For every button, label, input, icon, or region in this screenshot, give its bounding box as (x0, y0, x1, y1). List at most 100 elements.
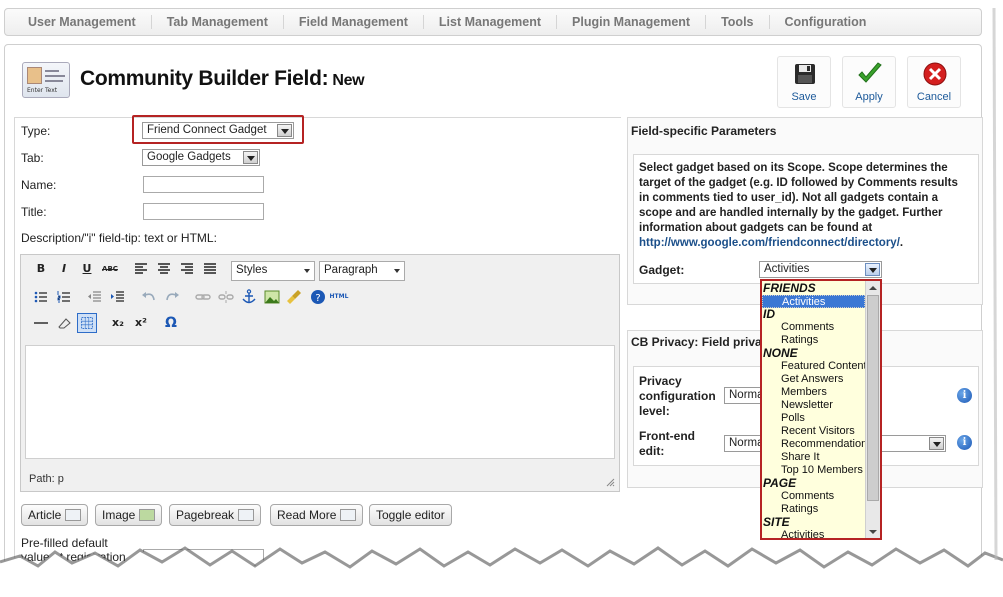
dropdown-option[interactable]: Polls (762, 412, 865, 425)
checkmark-icon (858, 62, 882, 83)
privacy-config-value: Norma (729, 389, 764, 401)
pagebreak-button-label: Pagebreak (176, 508, 235, 522)
dropdown-option[interactable]: Share It (762, 451, 865, 464)
scroll-up-icon[interactable] (869, 286, 877, 290)
read-more-button-label: Read More (277, 508, 337, 522)
italic-icon[interactable]: I (54, 259, 74, 279)
subscript-icon[interactable]: x₂ (108, 313, 128, 333)
dropdown-group-label: ID (763, 307, 775, 321)
dropdown-option[interactable]: Activities (762, 529, 865, 538)
dropdown-option[interactable]: Featured Content (762, 360, 867, 373)
numbered-list-icon[interactable] (54, 287, 74, 307)
nav-list-management[interactable]: List Management (422, 15, 556, 29)
dropdown-option[interactable]: Activities (762, 295, 865, 308)
title-label: Title: (21, 205, 47, 219)
field-form-icon-text: Enter Text (27, 87, 58, 94)
article-button[interactable]: Article (21, 504, 89, 526)
friendconnect-link[interactable]: http://www.google.com/friendconnect/dire… (639, 237, 900, 249)
image-icon[interactable] (262, 287, 282, 307)
unlink-icon[interactable] (216, 287, 236, 307)
pagebreak-button[interactable]: Pagebreak (169, 504, 262, 526)
dropdown-option[interactable]: Recommendations (762, 438, 873, 451)
resize-handle-icon[interactable] (605, 477, 615, 487)
type-select[interactable]: Friend Connect Gadget (142, 122, 294, 139)
anchor-icon[interactable] (239, 287, 259, 307)
nav-tab-management[interactable]: Tab Management (150, 15, 283, 29)
strikethrough-icon[interactable]: ABC (100, 259, 120, 279)
format-select[interactable]: Paragraph (319, 261, 405, 281)
cancel-label: Cancel (916, 91, 952, 103)
gadget-select[interactable]: Activities (759, 261, 882, 278)
align-justify-icon[interactable] (200, 259, 220, 279)
horizontal-rule-icon[interactable] (31, 313, 51, 333)
gadget-dropdown-list: FRIENDS Activities ID Comments Ratings NONE Fe… (760, 279, 882, 540)
cancel-circle-icon (923, 62, 947, 86)
dropdown-scrollbar[interactable] (865, 281, 880, 538)
bold-icon[interactable]: B (31, 259, 51, 279)
redo-icon[interactable] (162, 287, 182, 307)
indent-icon[interactable] (108, 287, 128, 307)
html-icon[interactable]: HTML (329, 287, 349, 307)
image-button[interactable]: Image (95, 504, 163, 526)
nav-plugin-management[interactable]: Plugin Management (556, 15, 705, 29)
save-button[interactable]: Save (777, 56, 831, 108)
gadget-description-suffix: . (899, 237, 904, 249)
align-right-icon[interactable] (177, 259, 197, 279)
nav-user-management[interactable]: User Management (13, 15, 151, 29)
underline-icon[interactable]: U (77, 259, 97, 279)
undo-icon[interactable] (139, 287, 159, 307)
cleanup-icon[interactable] (285, 287, 305, 307)
nav-tools[interactable]: Tools (705, 15, 768, 29)
toggle-editor-button[interactable]: Toggle editor (369, 504, 452, 526)
save-label: Save (791, 91, 817, 103)
nav-field-management[interactable]: Field Management (282, 15, 423, 29)
superscript-icon[interactable]: x² (131, 313, 151, 333)
info-icon[interactable]: i (957, 388, 972, 403)
special-char-icon[interactable]: Ω (161, 313, 181, 333)
apply-label: Apply (855, 91, 883, 103)
styles-select[interactable]: Styles (231, 261, 315, 281)
dropdown-option[interactable]: Newsletter (762, 399, 865, 412)
visual-aid-icon[interactable] (77, 313, 97, 333)
cancel-button[interactable]: Cancel (907, 56, 961, 108)
privacy-heading: CB Privacy: Field privac (631, 335, 769, 349)
image-button-label: Image (102, 508, 136, 522)
eraser-icon[interactable] (54, 313, 74, 333)
floppy-disk-icon (795, 64, 815, 84)
field-params-heading: Field-specific Parameters (631, 124, 777, 138)
dropdown-option[interactable]: Get Answers (762, 373, 865, 386)
tab-select[interactable]: Google Gadgets (142, 149, 260, 166)
article-button-label: Article (28, 508, 62, 522)
editor-path: Path: p (29, 473, 64, 485)
dropdown-group-label: SITE (763, 515, 790, 529)
scrollbar-thumb[interactable] (867, 295, 879, 501)
page-title-text: Community Builder Field: (80, 67, 329, 90)
nav-configuration[interactable]: Configuration (768, 15, 882, 29)
info-icon[interactable]: i (957, 435, 972, 450)
prefilled-field[interactable] (143, 549, 264, 566)
name-field[interactable] (143, 176, 264, 193)
chevron-down-icon (929, 437, 944, 450)
dropdown-option[interactable]: Recent Visitors (762, 425, 865, 438)
align-left-icon[interactable] (131, 259, 151, 279)
align-center-icon[interactable] (154, 259, 174, 279)
page-subtitle: New (332, 72, 365, 89)
bullet-list-icon[interactable] (31, 287, 51, 307)
privacy-config-label: Privacy configuration level: (639, 374, 716, 418)
dropdown-option[interactable]: Comments (762, 321, 865, 334)
apply-button[interactable]: Apply (842, 56, 896, 108)
dropdown-option[interactable]: Members (762, 386, 865, 399)
read-more-icon (340, 509, 357, 521)
link-icon[interactable] (193, 287, 213, 307)
outdent-icon[interactable] (85, 287, 105, 307)
help-icon[interactable]: ? (308, 287, 328, 307)
title-field[interactable] (143, 203, 264, 220)
chevron-down-icon (865, 263, 880, 276)
dropdown-option[interactable]: Comments (762, 490, 865, 503)
picture-icon (139, 509, 156, 521)
read-more-button[interactable]: Read More (270, 504, 364, 526)
scroll-down-icon[interactable] (869, 530, 877, 534)
editor-content-area[interactable] (25, 345, 615, 459)
top-nav: User Management Tab Management Field Man… (4, 8, 982, 36)
rich-text-editor: B I U ABC Styles Paragraph ? HTML x₂ x² … (20, 254, 620, 492)
